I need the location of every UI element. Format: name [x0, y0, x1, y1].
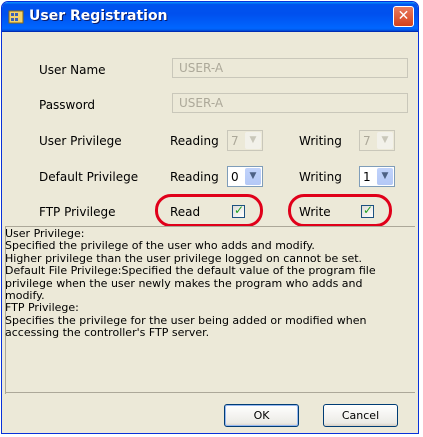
- user-writing-select[interactable]: 7 ▼: [359, 130, 395, 151]
- default-reading-value: 0: [231, 170, 239, 184]
- ftp-write-label: Write: [299, 205, 331, 219]
- user-reading-value: 7: [231, 134, 239, 148]
- users-icon: [8, 10, 24, 24]
- user-writing-label: Writing: [299, 134, 342, 148]
- user-writing-value: 7: [363, 134, 371, 148]
- description-text: User Privilege: Specified the privilege …: [5, 227, 376, 340]
- description-divider: [5, 392, 415, 393]
- default-privilege-label: Default Privilege: [39, 170, 139, 184]
- checkmark-icon: ✓: [363, 203, 374, 217]
- default-writing-value: 1: [363, 170, 371, 184]
- ftp-privilege-label: FTP Privilege: [39, 205, 116, 219]
- window-title: User Registration: [29, 8, 168, 24]
- dialog-body: User Name USER-A Password USER-A User Pr…: [5, 32, 415, 432]
- cancel-button[interactable]: Cancel: [323, 404, 398, 427]
- checkmark-icon: ✓: [234, 203, 245, 217]
- title-bar[interactable]: User Registration ✕: [2, 2, 418, 32]
- chevron-down-icon: ▼: [245, 168, 261, 185]
- default-writing-select[interactable]: 1 ▼: [359, 166, 395, 187]
- user-name-field[interactable]: USER-A: [172, 58, 408, 78]
- ftp-write-checkbox[interactable]: ✓: [361, 203, 374, 218]
- user-name-label: User Name: [39, 63, 106, 77]
- user-privilege-label: User Privilege: [39, 134, 122, 148]
- user-reading-select[interactable]: 7 ▼: [227, 130, 263, 151]
- ftp-read-checkbox[interactable]: ✓: [232, 203, 245, 218]
- default-reading-select[interactable]: 0 ▼: [227, 166, 263, 187]
- ftp-read-label: Read: [170, 205, 201, 219]
- default-writing-label: Writing: [299, 170, 342, 184]
- chevron-down-icon: ▼: [377, 168, 393, 185]
- password-label: Password: [39, 98, 96, 112]
- user-registration-dialog: User Registration ✕ User Name USER-A Pas…: [1, 1, 419, 434]
- close-button[interactable]: ✕: [393, 6, 414, 27]
- user-reading-label: Reading: [170, 134, 219, 148]
- chevron-down-icon: ▼: [377, 132, 393, 149]
- ok-button[interactable]: OK: [224, 404, 299, 427]
- default-reading-label: Reading: [170, 170, 219, 184]
- close-icon: ✕: [397, 8, 410, 24]
- chevron-down-icon: ▼: [245, 132, 261, 149]
- password-field[interactable]: USER-A: [172, 93, 408, 113]
